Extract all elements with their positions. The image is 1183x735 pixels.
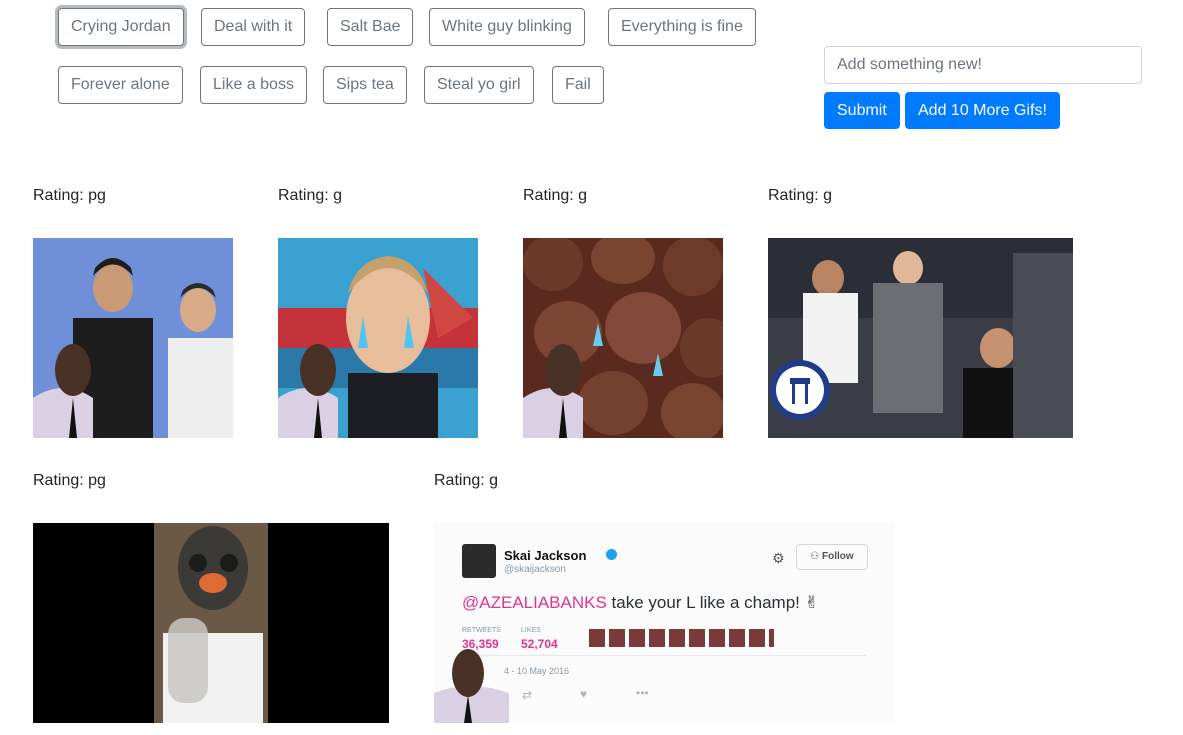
barstool-logo <box>770 360 830 420</box>
submit-button[interactable]: Submit <box>824 92 900 129</box>
gif-thumbnail <box>768 238 1073 438</box>
topic-button-like-a-boss[interactable]: Like a boss <box>200 66 307 104</box>
topic-button-deal-with-it[interactable]: Deal with it <box>201 8 306 46</box>
gif-rating: Rating: g <box>434 472 499 489</box>
topic-button-crying-jordan[interactable]: Crying Jordan <box>58 8 184 46</box>
tweet-author-handle: @skaijackson <box>504 564 566 575</box>
gif-image[interactable] <box>768 238 1073 438</box>
peace-emoji: ✌ <box>804 593 819 612</box>
follow-button: ⚇ Follow <box>796 544 868 570</box>
retweets-label: RETWEETS <box>462 627 501 634</box>
tweet-author-name: Skai Jackson <box>504 548 587 563</box>
gif-rating: Rating: g <box>768 187 833 204</box>
tweet-mention: @AZEALIABANKS <box>462 593 607 612</box>
gif-rating: Rating: g <box>278 187 343 204</box>
retweet-icon: ⇄ <box>522 688 533 702</box>
gif-rating: Rating: pg <box>33 472 106 489</box>
liker-avatars <box>589 629 774 647</box>
gif-image[interactable] <box>33 238 233 438</box>
topic-button-steal-yo-girl[interactable]: Steal yo girl <box>424 66 534 104</box>
tweet-avatar <box>462 544 496 578</box>
tweet-divider <box>462 655 866 656</box>
topic-button-forever-alone[interactable]: Forever alone <box>58 66 183 104</box>
gif-image[interactable]: Skai Jackson @skaijackson ⚙ ⚇ Follow @AZ… <box>434 523 894 723</box>
heart-icon: ♥ <box>580 687 588 701</box>
topic-button-sips-tea[interactable]: Sips tea <box>323 66 407 104</box>
follow-label: Follow <box>822 551 854 562</box>
tweet-body: take your L like a champ! <box>606 593 800 612</box>
gif-image[interactable] <box>33 523 389 723</box>
likes-count: 52,704 <box>521 637 558 651</box>
gif-thumbnail <box>33 523 389 723</box>
follow-icon: ⚇ <box>810 551 820 562</box>
new-topic-input[interactable] <box>824 46 1142 84</box>
tweet-text: @AZEALIABANKS take your L like a champ! … <box>462 593 819 613</box>
gear-icon: ⚙ <box>772 550 785 566</box>
topic-button-fail[interactable]: Fail <box>552 66 604 104</box>
crying-jordan-sticker <box>434 649 509 723</box>
more-icon: ••• <box>636 686 649 700</box>
gif-thumbnail <box>278 238 478 438</box>
add-more-gifs-button[interactable]: Add 10 More Gifs! <box>905 92 1060 129</box>
gif-image[interactable] <box>278 238 478 438</box>
gif-image[interactable] <box>523 238 723 438</box>
gif-thumbnail <box>523 238 723 438</box>
gif-thumbnail <box>33 238 233 438</box>
topic-button-white-guy-blinking[interactable]: White guy blinking <box>429 8 585 46</box>
topic-button-salt-bae[interactable]: Salt Bae <box>327 8 414 46</box>
gif-rating: Rating: g <box>523 187 588 204</box>
topic-button-everything-is-fine[interactable]: Everything is fine <box>608 8 756 46</box>
gif-rating: Rating: pg <box>33 187 106 204</box>
likes-label: LIKES <box>521 627 541 634</box>
verified-icon <box>606 549 617 560</box>
